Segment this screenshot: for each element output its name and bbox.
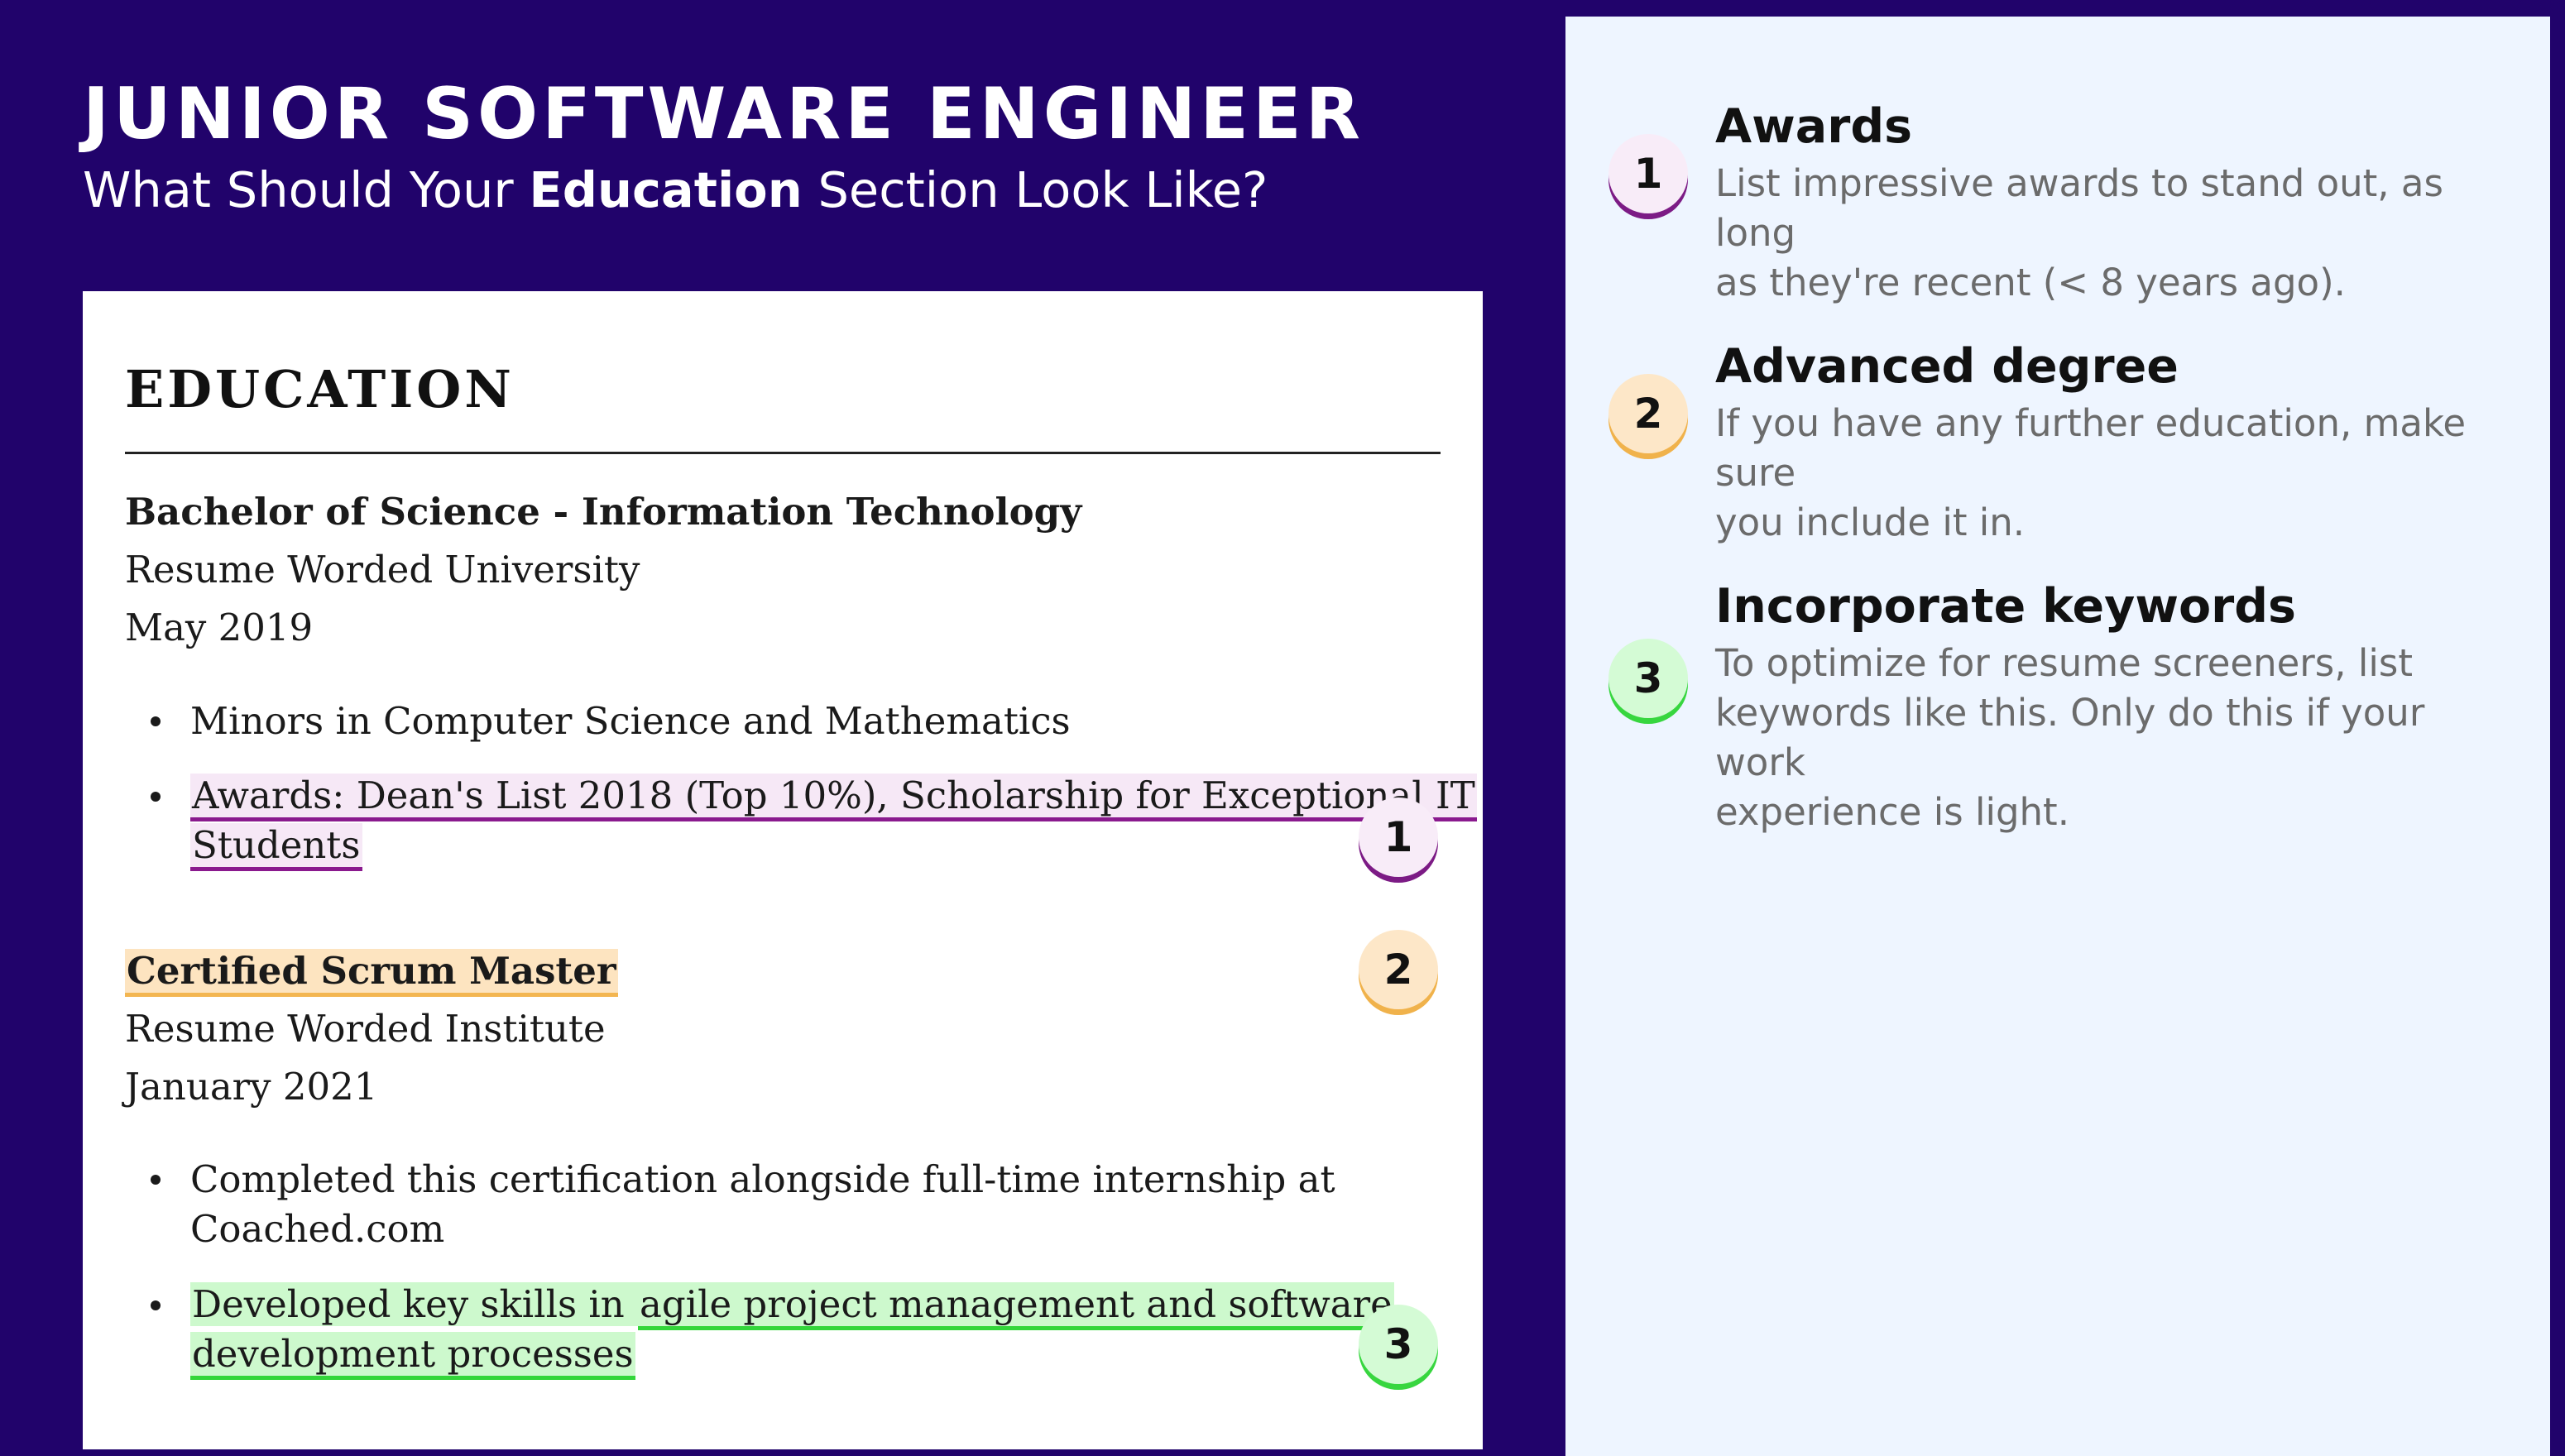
highlight-keywords-line2: development processes [190, 1332, 635, 1380]
badge-2: 2 [1359, 930, 1438, 1009]
highlight-keywords-line1: agile project management and software [638, 1282, 1394, 1330]
tip-description: To optimize for resume screeners, list k… [1715, 639, 2510, 837]
highlight-awards-line2: Students [190, 823, 362, 871]
bullet-item: Minors in Computer Science and Mathemati… [190, 699, 1071, 743]
tip-desc-line3: experience is light. [1715, 790, 2070, 834]
bullet-dot [151, 1175, 161, 1185]
highlight-awards-line1: Awards: Dean's List 2018 (Top 10%), Scho… [190, 774, 1477, 821]
bullet-item-awards: Awards: Dean's List 2018 (Top 10%), Scho… [190, 771, 1477, 871]
tips-panel: 1 Awards List impressive awards to stand… [1565, 17, 2550, 1456]
subtitle-pre: What Should Your [83, 161, 530, 218]
keywords-plain: Developed key skills in [190, 1282, 639, 1326]
tip-title: Advanced degree [1715, 339, 2179, 394]
institution: Resume Worded Institute [125, 1007, 606, 1051]
bullet-dot [151, 792, 161, 802]
bullet-line2: Coached.com [190, 1207, 445, 1251]
subtitle-post: Section Look Like? [802, 161, 1268, 218]
page-header: JUNIOR SOFTWARE ENGINEER What Should You… [83, 73, 1364, 223]
tip-desc-line1: List impressive awards to stand out, as … [1715, 161, 2443, 255]
institution: Resume Worded University [125, 548, 640, 592]
subtitle-bold: Education [529, 161, 803, 218]
tip-title: Incorporate keywords [1715, 579, 2296, 634]
resume-education-card: EDUCATION Bachelor of Science - Informat… [83, 291, 1483, 1449]
tip-description: List impressive awards to stand out, as … [1715, 159, 2510, 308]
bullet-item-keywords: Developed key skills in agile project ma… [190, 1280, 1394, 1380]
tip-desc-line1: To optimize for resume screeners, list [1715, 641, 2413, 685]
degree-title: Certified Scrum Master [125, 949, 618, 997]
degree-title: Bachelor of Science - Information Techno… [125, 490, 1082, 534]
tip-desc-line2: you include it in. [1715, 500, 2026, 544]
page-title: JUNIOR SOFTWARE ENGINEER [83, 73, 1364, 156]
bullet-item: Completed this certification alongside f… [190, 1155, 1335, 1254]
badge-3: 3 [1359, 1305, 1438, 1384]
bullet-dot [151, 1300, 161, 1310]
tip-desc-line1: If you have any further education, make … [1715, 401, 2467, 495]
date: May 2019 [125, 606, 314, 649]
section-divider [125, 452, 1441, 454]
highlight-certification: Certified Scrum Master [125, 949, 618, 997]
tip-badge-1: 1 [1609, 134, 1688, 213]
tip-badge-2: 2 [1609, 374, 1688, 453]
badge-1: 1 [1359, 797, 1438, 877]
page-subtitle: What Should Your Education Section Look … [83, 157, 1364, 223]
tip-desc-line2: as they're recent (< 8 years ago). [1715, 261, 2346, 304]
date: January 2021 [125, 1065, 378, 1109]
bullet-line1: Completed this certification alongside f… [190, 1157, 1335, 1201]
bullet-dot [151, 716, 161, 726]
section-title: EDUCATION [125, 359, 515, 419]
tip-badge-3: 3 [1609, 639, 1688, 718]
tip-title: Awards [1715, 99, 1913, 154]
tip-description: If you have any further education, make … [1715, 399, 2510, 548]
tip-desc-line2: keywords like this. Only do this if your… [1715, 691, 2425, 784]
